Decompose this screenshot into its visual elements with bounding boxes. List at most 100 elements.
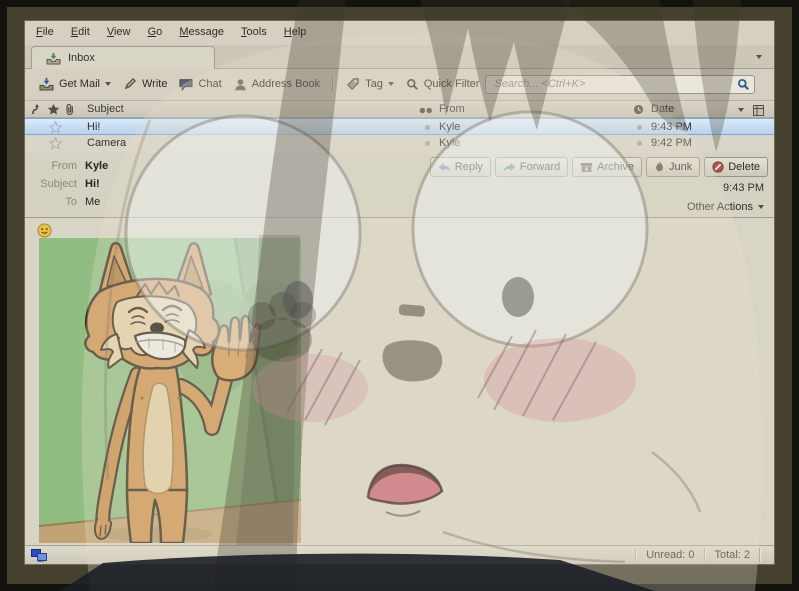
unread-count: Unread: 0 bbox=[646, 549, 695, 561]
smiley-emoticon bbox=[37, 223, 52, 238]
menu-go[interactable]: Go bbox=[141, 21, 170, 44]
row-from: Kyle bbox=[439, 121, 461, 133]
search-input[interactable] bbox=[485, 74, 755, 94]
subject-value: Hi! bbox=[85, 178, 100, 190]
delete-label: Delete bbox=[728, 161, 760, 173]
other-actions-caret-icon bbox=[758, 205, 764, 209]
network-status-icon[interactable] bbox=[31, 549, 47, 562]
subject-label: Subject bbox=[40, 178, 77, 190]
forward-button[interactable]: Forward bbox=[494, 157, 569, 177]
message-body bbox=[25, 218, 774, 545]
chat-button[interactable]: Chat bbox=[173, 75, 227, 94]
date-column-icon[interactable] bbox=[633, 104, 644, 115]
tag-label: Tag bbox=[365, 78, 383, 90]
archive-button[interactable]: Archive bbox=[572, 157, 642, 177]
read-dot-icon bbox=[425, 141, 430, 146]
thread-list-header: Subject From Date bbox=[25, 100, 774, 118]
menu-tools[interactable]: Tools bbox=[234, 21, 274, 44]
tab-inbox-label: Inbox bbox=[68, 52, 95, 64]
row-date: 9:42 PM bbox=[651, 137, 692, 149]
menu-edit[interactable]: Edit bbox=[64, 21, 97, 44]
write-pencil-icon bbox=[124, 78, 136, 90]
to-label: To bbox=[65, 196, 77, 208]
get-mail-label: Get Mail bbox=[59, 78, 100, 90]
search-icon[interactable] bbox=[737, 78, 750, 91]
status-counts: Unread: 0 Total: 2 bbox=[626, 546, 770, 564]
status-separator bbox=[759, 548, 761, 562]
menu-message[interactable]: Message bbox=[172, 21, 231, 44]
menu-view[interactable]: View bbox=[100, 21, 138, 44]
get-mail-icon bbox=[39, 77, 54, 91]
forward-icon bbox=[503, 162, 516, 172]
chat-label: Chat bbox=[198, 78, 222, 90]
thread-list: Hi! Kyle 9:43 PM Camera Kyle 9:42 PM bbox=[25, 118, 774, 153]
table-row-hi[interactable]: Hi! Kyle 9:43 PM bbox=[25, 118, 774, 135]
row-date: 9:43 PM bbox=[651, 121, 692, 133]
junk-flame-icon bbox=[656, 161, 663, 172]
menu-file[interactable]: File bbox=[29, 21, 61, 44]
quick-filter-label: Quick Filter bbox=[423, 78, 480, 90]
total-count: Total: 2 bbox=[714, 549, 750, 561]
thread-column-icon[interactable] bbox=[31, 103, 43, 116]
reply-icon bbox=[438, 162, 450, 172]
from-value: Kyle bbox=[85, 160, 109, 172]
chat-bubble-icon bbox=[179, 78, 193, 91]
archive-icon bbox=[581, 162, 593, 172]
row-from: Kyle bbox=[439, 137, 461, 149]
message-time: 9:43 PM bbox=[723, 182, 764, 194]
tab-list-caret-icon[interactable] bbox=[756, 55, 762, 59]
junk-button[interactable]: Junk bbox=[645, 157, 701, 177]
status-separator bbox=[703, 548, 706, 562]
star-column-icon[interactable] bbox=[47, 103, 60, 116]
message-header: From Kyle Subject Hi! To Me Reply Forwar… bbox=[25, 153, 774, 218]
star-toggle-icon[interactable] bbox=[49, 137, 62, 150]
delete-icon bbox=[712, 161, 724, 173]
attachment-column-icon[interactable] bbox=[64, 103, 76, 116]
forward-label: Forward bbox=[519, 161, 561, 173]
junk-label: Junk bbox=[668, 161, 693, 173]
other-actions-label: Other Actions bbox=[686, 201, 753, 213]
row-subject: Camera bbox=[87, 137, 127, 149]
column-picker-icon[interactable] bbox=[753, 105, 764, 116]
screenshot-root: File Edit View Go Message Tools Help Inb… bbox=[0, 0, 799, 591]
reply-label: Reply bbox=[454, 161, 483, 173]
reply-button[interactable]: Reply bbox=[429, 157, 491, 177]
fox-cartoon-image bbox=[39, 238, 301, 543]
menu-help[interactable]: Help bbox=[277, 21, 314, 44]
column-from[interactable]: From bbox=[439, 103, 465, 115]
read-dot-icon bbox=[425, 125, 430, 130]
other-actions-button[interactable]: Other Actions bbox=[687, 201, 764, 213]
column-subject[interactable]: Subject bbox=[87, 103, 124, 115]
sort-direction-icon[interactable] bbox=[738, 108, 744, 112]
get-mail-caret-icon[interactable] bbox=[104, 82, 111, 86]
menubar: File Edit View Go Message Tools Help bbox=[25, 21, 774, 45]
inbox-tray-icon bbox=[46, 52, 61, 65]
write-button[interactable]: Write bbox=[117, 74, 173, 94]
column-date[interactable]: Date bbox=[651, 103, 674, 115]
table-row-camera[interactable]: Camera Kyle 9:42 PM bbox=[25, 135, 774, 152]
address-book-button[interactable]: Address Book bbox=[228, 75, 326, 94]
from-label: From bbox=[51, 160, 77, 172]
tag-caret-icon[interactable] bbox=[387, 82, 394, 86]
tag-button[interactable]: Tag bbox=[340, 74, 400, 94]
to-value: Me bbox=[85, 196, 101, 208]
read-dot-icon bbox=[637, 141, 642, 146]
star-toggle-icon[interactable] bbox=[49, 121, 62, 134]
quick-filter-button[interactable]: Quick Filter bbox=[400, 75, 486, 94]
tab-inbox[interactable]: Inbox bbox=[31, 46, 215, 69]
status-separator bbox=[635, 548, 638, 562]
from-column-icon[interactable] bbox=[419, 107, 433, 114]
quick-filter-magnifier-icon bbox=[406, 78, 418, 90]
status-bar: Unread: 0 Total: 2 bbox=[25, 545, 774, 564]
tag-icon bbox=[347, 78, 359, 90]
write-label: Write bbox=[141, 78, 168, 90]
delete-button[interactable]: Delete bbox=[704, 157, 768, 177]
read-dot-icon bbox=[637, 125, 642, 130]
mail-client-window: File Edit View Go Message Tools Help Inb… bbox=[24, 20, 775, 565]
toolbar-divider bbox=[332, 76, 335, 92]
archive-label: Archive bbox=[597, 161, 634, 173]
search-box bbox=[485, 74, 755, 94]
address-book-person-icon bbox=[234, 78, 246, 90]
toolbar: Get Mail Write Chat Address Book Tag Qui… bbox=[25, 69, 774, 99]
get-mail-button[interactable]: Get Mail bbox=[33, 74, 117, 94]
